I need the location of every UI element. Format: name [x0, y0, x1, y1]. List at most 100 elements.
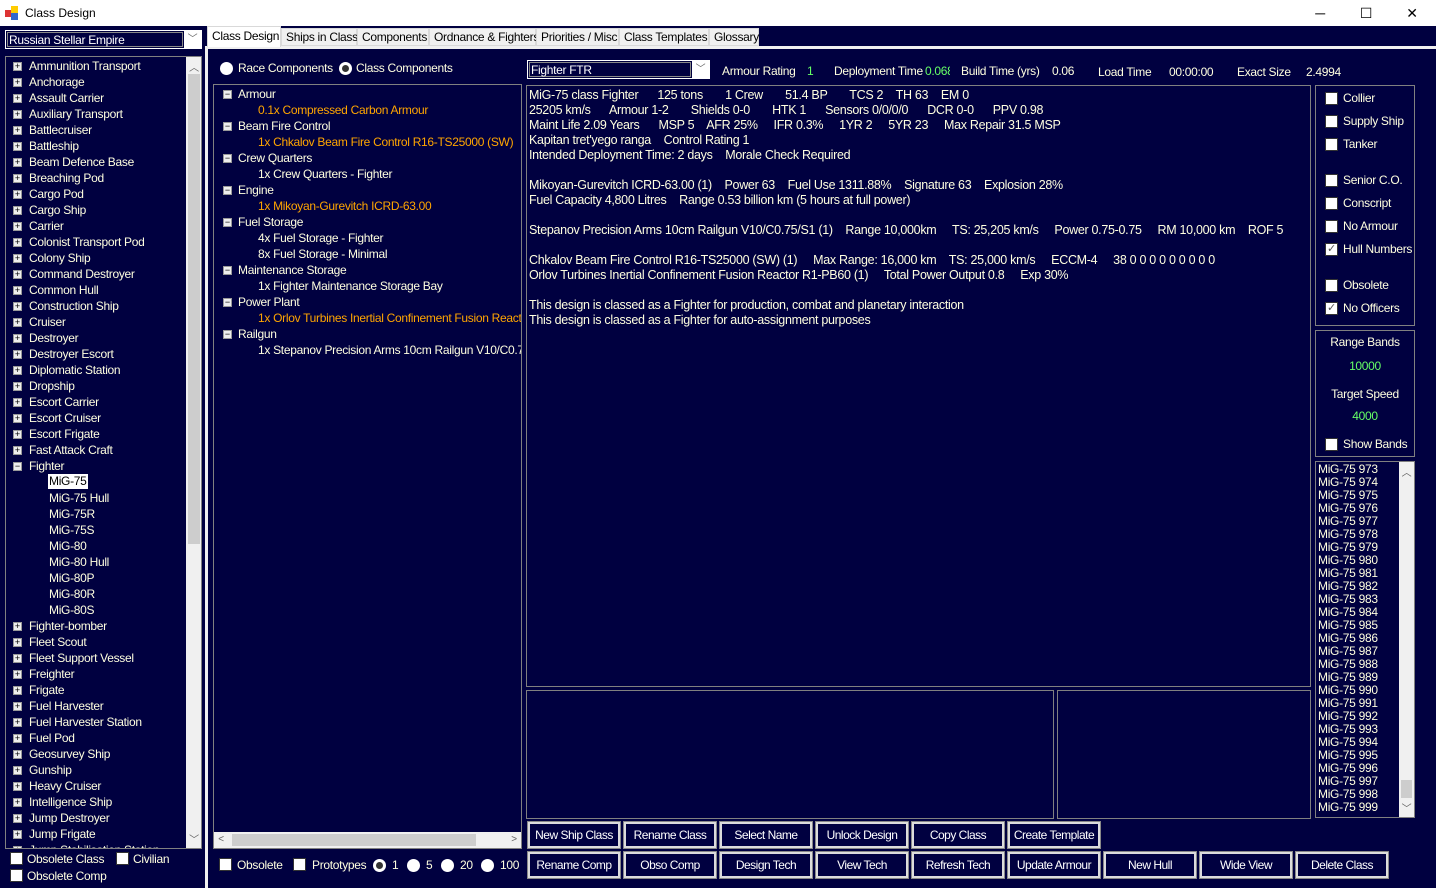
expand-icon[interactable]: + — [13, 446, 22, 455]
expand-icon[interactable]: + — [13, 78, 22, 87]
rename-class-button[interactable]: Rename Class — [623, 821, 717, 849]
expand-icon[interactable]: + — [13, 334, 22, 343]
tab-priorities-misc[interactable]: Priorities / Misc — [536, 28, 619, 46]
expand-icon[interactable]: + — [13, 158, 22, 167]
component-item[interactable]: 8x Fuel Storage - Minimal — [258, 246, 388, 262]
chevron-down-icon[interactable]: ﹀ — [184, 31, 201, 48]
component-tree[interactable]: < > − Armour 0.1x Compressed Carbon Armour… — [213, 84, 522, 849]
tab-ships-in-class[interactable]: Ships in Class — [281, 28, 358, 46]
expand-icon[interactable]: + — [13, 734, 22, 743]
race-select[interactable]: Russian Stellar Empire ﹀ — [5, 30, 202, 49]
tree-child-node[interactable]: MiG-75 Hull — [48, 490, 110, 506]
expand-icon[interactable]: + — [13, 654, 22, 663]
hull-tree-scrollbar[interactable]: ︿ ﹀ — [186, 57, 201, 848]
no-officers-checkbox[interactable] — [1325, 301, 1338, 315]
tab-glossary[interactable]: Glossary — [709, 28, 759, 46]
expand-icon[interactable]: + — [13, 302, 22, 311]
target-speed-value[interactable]: 4000 — [1316, 409, 1414, 423]
unlock-design-button[interactable]: Unlock Design — [815, 821, 909, 849]
obsolete-filter-checkbox[interactable] — [219, 858, 232, 871]
tree-child-node[interactable]: MiG-80 Hull — [48, 554, 110, 570]
expand-icon[interactable]: + — [13, 846, 22, 848]
component-item[interactable]: 1x Crew Quarters - Fighter — [258, 166, 393, 182]
design-tech-button[interactable]: Design Tech — [719, 851, 813, 879]
expand-icon[interactable]: + — [13, 254, 22, 263]
view-tech-button[interactable]: View Tech — [815, 851, 909, 879]
expand-icon[interactable]: + — [13, 190, 22, 199]
obsolete-class-checkbox[interactable] — [10, 852, 23, 865]
scroll-right-icon[interactable]: > — [507, 834, 521, 845]
create-template-button[interactable]: Create Template — [1007, 821, 1101, 849]
ship-names-list[interactable]: ︿ ﹀ MiG-75 973 MiG-75 974 MiG-75 975 MiG-75… — [1315, 461, 1415, 818]
scroll-up-icon[interactable]: ︿ — [186, 59, 201, 74]
collapse-icon[interactable]: − — [223, 90, 232, 99]
collapse-icon[interactable]: − — [223, 330, 232, 339]
collapse-icon[interactable]: − — [223, 218, 232, 227]
minimize-button[interactable]: ─ — [1297, 0, 1343, 26]
refresh-tech-button[interactable]: Refresh Tech — [911, 851, 1005, 879]
collapse-icon[interactable]: − — [223, 122, 232, 131]
tree-child-node[interactable]: MiG-75S — [48, 522, 95, 538]
tree-child-node[interactable]: MiG-80P — [48, 570, 95, 586]
rename-comp-button[interactable]: Rename Comp — [527, 851, 621, 879]
obsolete-comp-checkbox[interactable] — [10, 869, 23, 882]
copy-class-button[interactable]: Copy Class — [911, 821, 1005, 849]
delete-class-button[interactable]: Delete Class — [1295, 851, 1389, 879]
civilian-checkbox[interactable] — [116, 852, 129, 865]
ship-name-item[interactable]: MiG-75 999 — [1318, 801, 1378, 814]
expand-icon[interactable]: + — [13, 638, 22, 647]
maximize-button[interactable]: ☐ — [1343, 0, 1389, 26]
tab-class-design[interactable]: Class Design — [207, 26, 281, 47]
expand-icon[interactable]: + — [13, 430, 22, 439]
show-bands-checkbox[interactable] — [1325, 438, 1338, 451]
expand-icon[interactable]: + — [13, 782, 22, 791]
component-item[interactable]: 4x Fuel Storage - Fighter — [258, 230, 384, 246]
expand-icon[interactable]: + — [13, 814, 22, 823]
expand-icon[interactable]: + — [13, 398, 22, 407]
wide-view-button[interactable]: Wide View — [1199, 851, 1293, 879]
component-item[interactable]: 1x Stepanov Precision Arms 10cm Railgun … — [258, 342, 521, 358]
scroll-down-icon[interactable]: ﹀ — [1399, 800, 1414, 815]
component-tree-hscrollbar[interactable]: < > — [214, 832, 521, 848]
tab-class-templates[interactable]: Class Templates — [619, 28, 709, 46]
close-button[interactable]: ✕ — [1389, 0, 1435, 26]
no-armour-checkbox[interactable] — [1325, 220, 1338, 233]
expand-icon[interactable]: + — [13, 718, 22, 727]
conscript-checkbox[interactable] — [1325, 197, 1338, 210]
expand-icon[interactable]: + — [13, 750, 22, 759]
expand-icon[interactable]: + — [13, 382, 22, 391]
collapse-icon[interactable]: − — [223, 266, 232, 275]
count-5-radio[interactable] — [407, 859, 420, 872]
hull-type-tree[interactable]: ︿ ﹀ + Ammunition Transport + Anchorage + Assa… — [5, 56, 202, 849]
scroll-thumb[interactable] — [232, 834, 476, 846]
collapse-icon[interactable]: − — [223, 298, 232, 307]
supply-ship-checkbox[interactable] — [1325, 115, 1338, 128]
tanker-checkbox[interactable] — [1325, 138, 1338, 151]
chevron-down-icon[interactable]: ﹀ — [692, 61, 709, 78]
scroll-thumb[interactable] — [1401, 780, 1412, 798]
expand-icon[interactable]: + — [13, 206, 22, 215]
component-item[interactable]: 1x Chkalov Beam Fire Control R16-TS25000… — [258, 134, 514, 150]
scroll-up-icon[interactable]: ︿ — [1399, 464, 1414, 479]
expand-icon[interactable]: + — [13, 318, 22, 327]
expand-icon[interactable]: + — [13, 62, 22, 71]
tree-child-node[interactable]: MiG-75R — [48, 506, 96, 522]
count-1-radio[interactable] — [373, 859, 386, 872]
component-item[interactable]: 1x Fighter Maintenance Storage Bay — [258, 278, 443, 294]
collapse-icon[interactable]: − — [223, 154, 232, 163]
obso-comp-button[interactable]: Obso Comp — [623, 851, 717, 879]
senior-c-o--checkbox[interactable] — [1325, 174, 1338, 187]
count-100-radio[interactable] — [481, 859, 494, 872]
component-item[interactable]: 1x Orlov Turbines Inertial Confinement F… — [258, 310, 521, 326]
collapse-icon[interactable]: − — [13, 462, 22, 471]
expand-icon[interactable]: + — [13, 270, 22, 279]
collapse-icon[interactable]: − — [223, 186, 232, 195]
range-bands-value[interactable]: 10000 — [1316, 359, 1414, 373]
collier-checkbox[interactable] — [1325, 92, 1338, 105]
expand-icon[interactable]: + — [13, 174, 22, 183]
new-ship-class-button[interactable]: New Ship Class — [527, 821, 621, 849]
update-armour-button[interactable]: Update Armour — [1007, 851, 1101, 879]
hull-numbers-checkbox[interactable] — [1325, 242, 1338, 256]
expand-icon[interactable]: + — [13, 222, 22, 231]
expand-icon[interactable]: + — [13, 366, 22, 375]
